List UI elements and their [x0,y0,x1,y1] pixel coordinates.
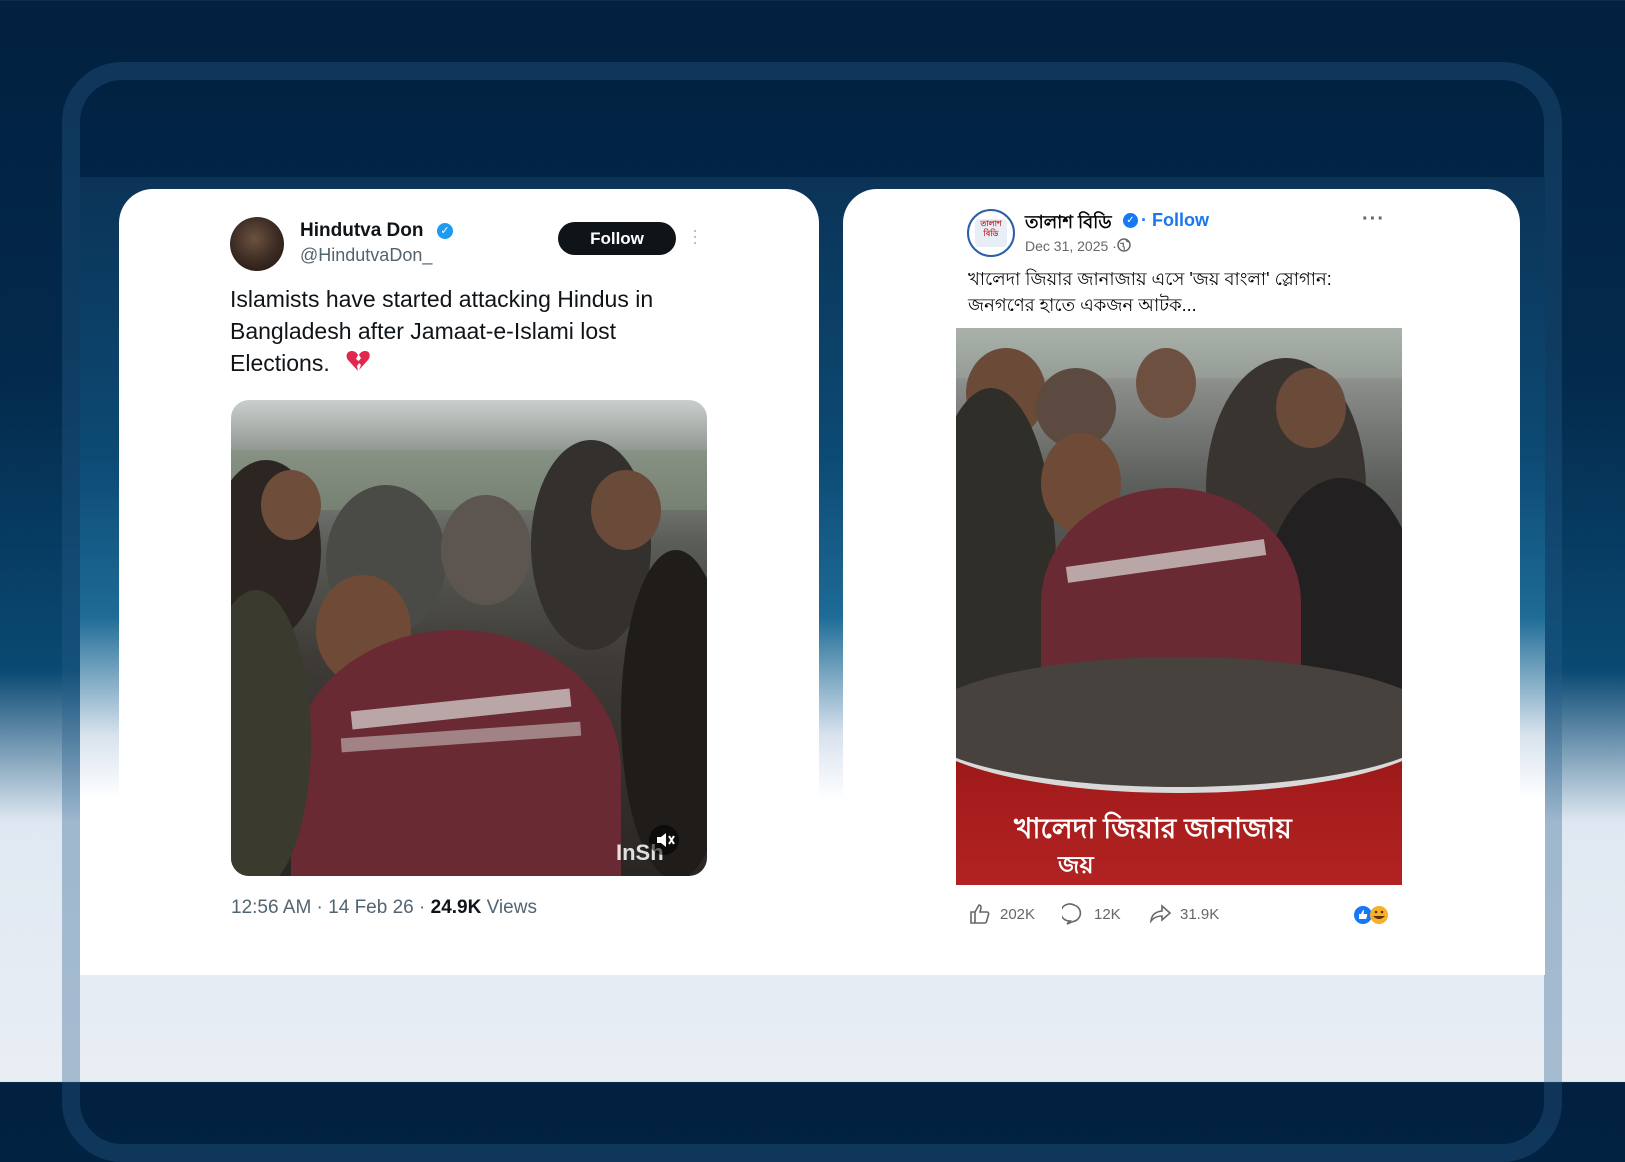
video-thumbnail[interactable]: InSh [231,400,707,876]
news-banner: খালেদা জিয়ার জানাজায় জয় [956,657,1402,885]
like-icon [970,904,990,924]
more-options-icon[interactable]: ··· [1362,208,1385,231]
more-options-icon[interactable]: ··· [690,221,700,251]
comment-button[interactable]: 12K [1062,902,1121,926]
post-date[interactable]: Dec 31, 2025 · [1025,238,1117,254]
page-avatar[interactable]: তালাশ বিডি [967,209,1015,257]
reaction-bar: 202K 12K 31.9K [968,902,1388,930]
post-meta: 12:56 AM · 14 Feb 26 · 24.9K Views [231,897,537,919]
follow-button[interactable]: Follow [558,222,676,255]
views-label: Views [481,897,537,918]
banner-subline: জয় [1058,852,1094,879]
post-image[interactable]: খালেদা জিয়ার জানাজায় জয় [956,328,1402,885]
post-text: Islamists have started attacking Hindus … [230,286,654,376]
follow-link[interactable]: · Follow [1141,210,1209,231]
share-button[interactable]: 31.9K [1148,902,1219,926]
comment-icon [1062,903,1082,925]
mute-icon[interactable] [649,825,679,855]
share-count: 31.9K [1180,905,1220,923]
banner-headline: খালেদা জিয়ার জানাজায় [1014,813,1292,844]
share-icon [1149,904,1172,924]
avatar[interactable] [230,217,284,271]
page-name[interactable]: তালাশ বিডি [1025,208,1112,239]
post-text: খালেদা জিয়ার জানাজায় এসে 'জয় বাংলা' স… [968,269,1332,315]
like-count: 202K [1000,905,1036,923]
broken-heart-icon [346,351,370,371]
verified-badge-icon: ✓ [1123,213,1138,228]
like-button[interactable]: 202K [968,902,1035,926]
x-handle[interactable]: @HindutvaDon_ [300,245,432,266]
verified-badge-icon: ✓ [437,223,453,239]
post-timestamp[interactable]: 12:56 AM · 14 Feb 26 · [231,897,431,918]
globe-icon [1117,238,1131,252]
x-display-name[interactable]: Hindutva Don [300,220,424,242]
avatar-logo-text: তালাশ বিডি [975,219,1007,247]
reaction-icons[interactable] [1353,905,1393,930]
comment-count: 12K [1094,905,1121,923]
views-count: 24.9K [430,897,482,918]
